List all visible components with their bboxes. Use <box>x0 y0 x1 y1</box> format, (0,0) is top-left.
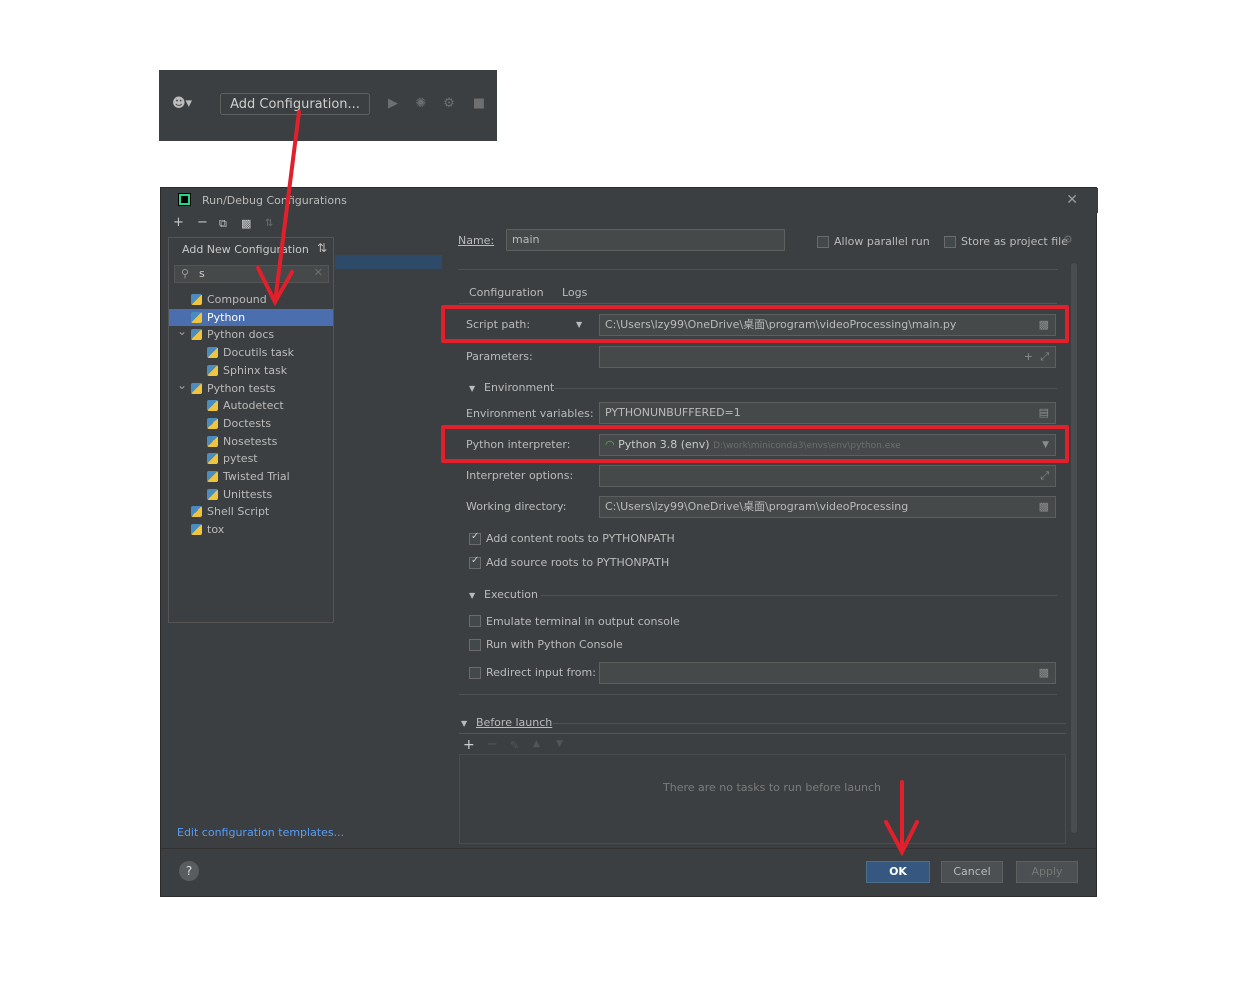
annotation-arrows <box>256 110 919 857</box>
arrow-shaft-1 <box>273 110 301 304</box>
